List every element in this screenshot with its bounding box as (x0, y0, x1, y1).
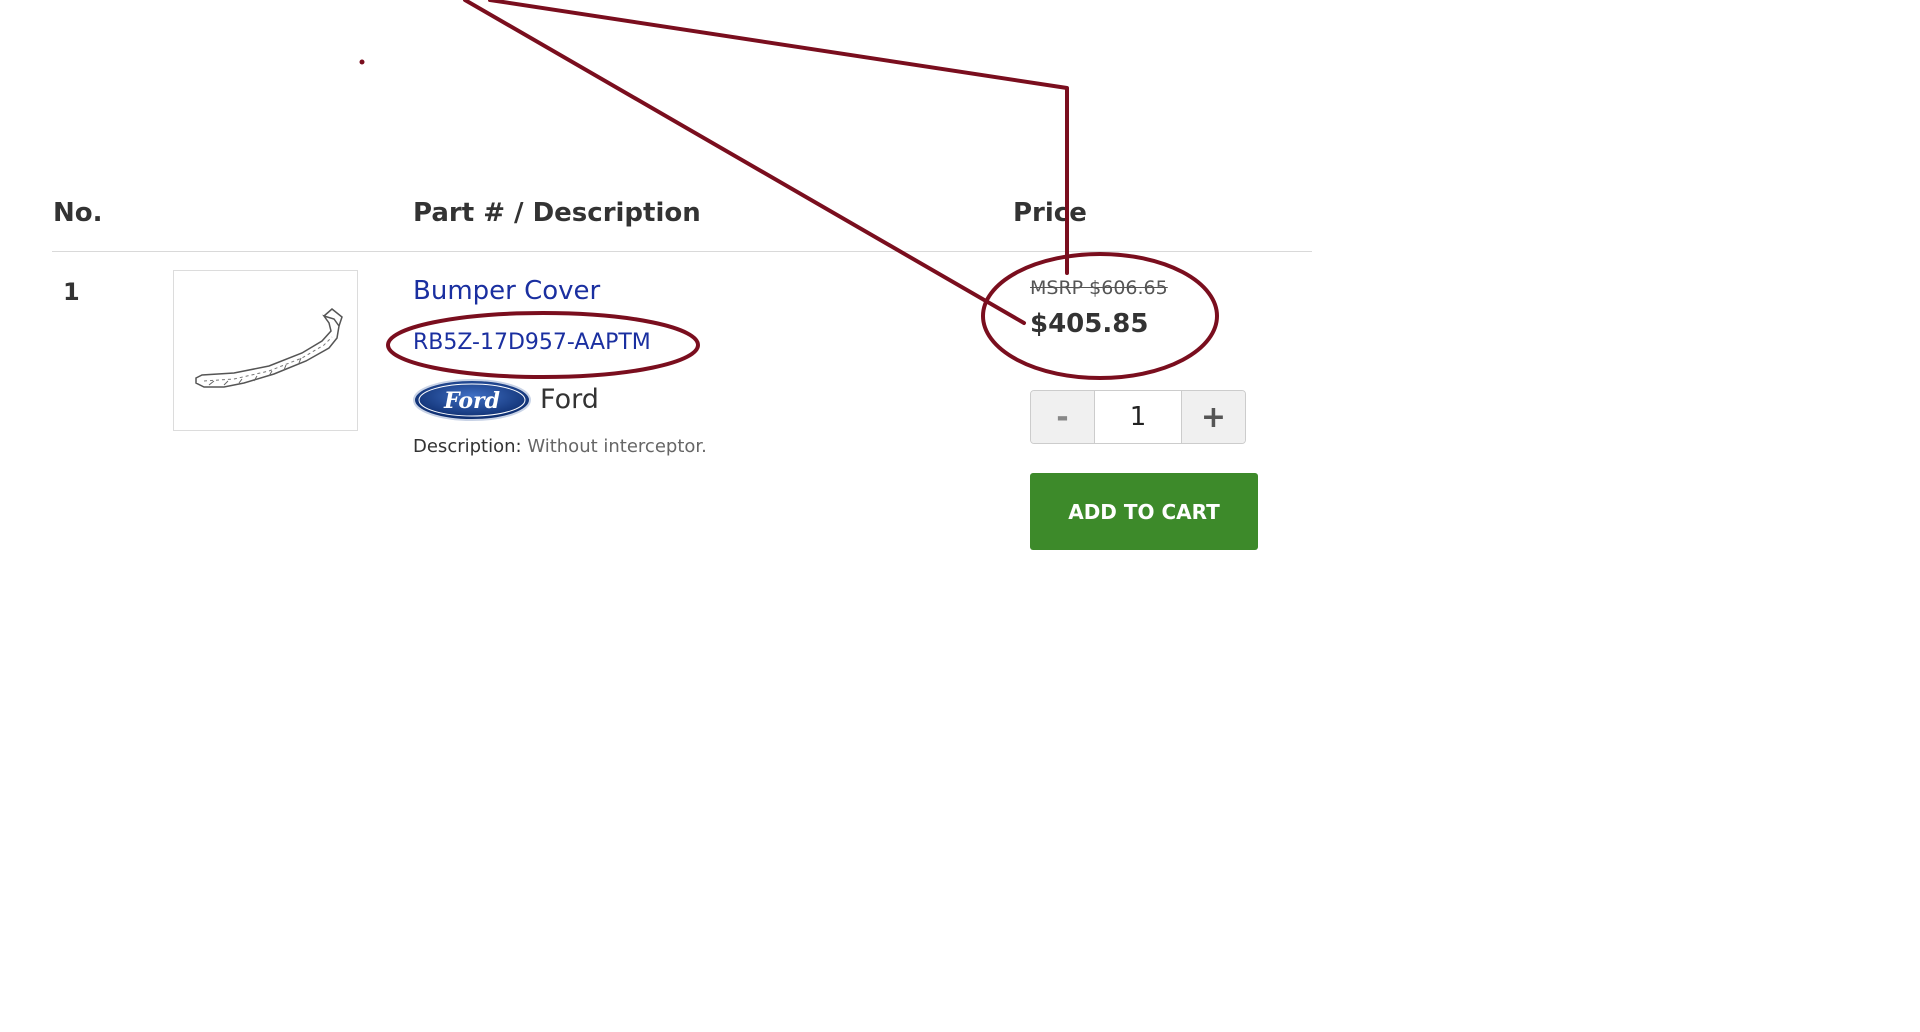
quantity-decrease-button[interactable]: - (1031, 391, 1095, 443)
annotation-line-to-price-header (488, 0, 1069, 275)
msrp-price: MSRP $606.65 (1030, 277, 1168, 299)
product-thumbnail[interactable] (173, 270, 358, 431)
bumper-cover-icon (195, 308, 343, 388)
part-number-link[interactable]: RB5Z-17D957-AAPTM (413, 330, 651, 355)
row-number: 1 (63, 278, 80, 306)
svg-text:Ford: Ford (443, 388, 500, 414)
quantity-input[interactable] (1095, 391, 1181, 443)
part-name-link[interactable]: Bumper Cover (413, 276, 600, 306)
column-header-price: Price (1013, 198, 1087, 228)
page: No. Part # / Description Price 1 Bumper … (0, 0, 1920, 1032)
column-header-no: No. (53, 198, 103, 228)
annotation-line-to-sale-price (463, 0, 1026, 325)
brand-name: Ford (540, 384, 599, 415)
quantity-increase-button[interactable]: + (1181, 391, 1245, 443)
column-header-part-description: Part # / Description (413, 198, 701, 228)
annotation-dot (359, 59, 365, 65)
sale-price: $405.85 (1030, 309, 1149, 339)
description-label: Description: (413, 436, 522, 457)
quantity-stepper: - + (1030, 390, 1246, 444)
add-to-cart-button[interactable]: ADD TO CART (1030, 473, 1258, 550)
description-text: Without interceptor. (521, 436, 707, 457)
header-divider (52, 251, 1312, 252)
part-description: Description: Without interceptor. (413, 436, 707, 457)
markup-annotation-overlay (359, 0, 1219, 380)
ford-logo-icon: Ford (412, 378, 532, 422)
